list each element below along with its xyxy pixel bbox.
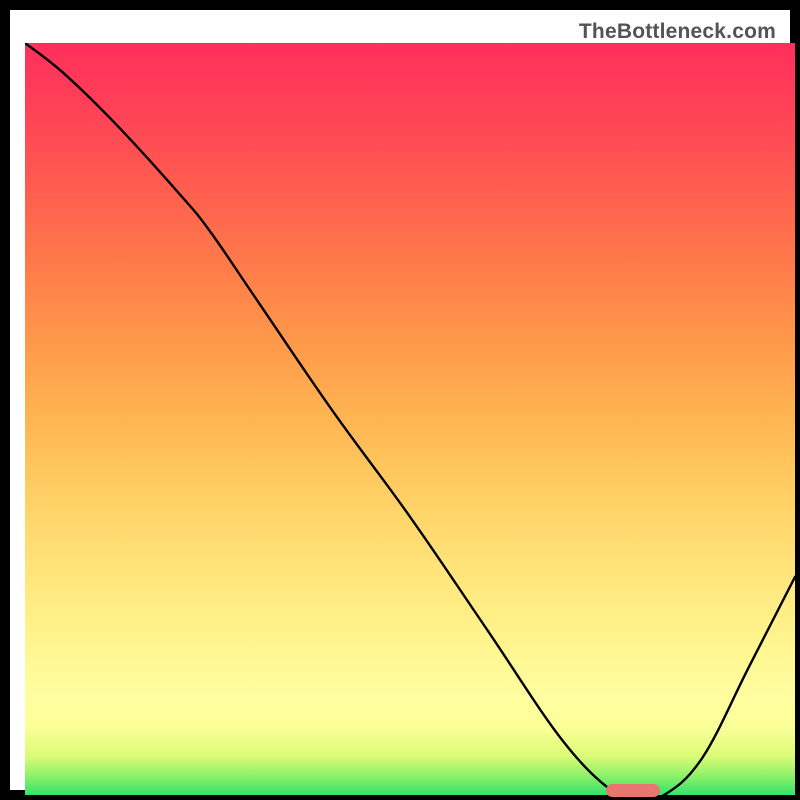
optimal-range-marker bbox=[606, 784, 660, 797]
watermark-text: TheBottleneck.com bbox=[579, 20, 776, 44]
chart-frame: TheBottleneck.com bbox=[10, 10, 790, 790]
bottleneck-curve bbox=[25, 43, 795, 795]
